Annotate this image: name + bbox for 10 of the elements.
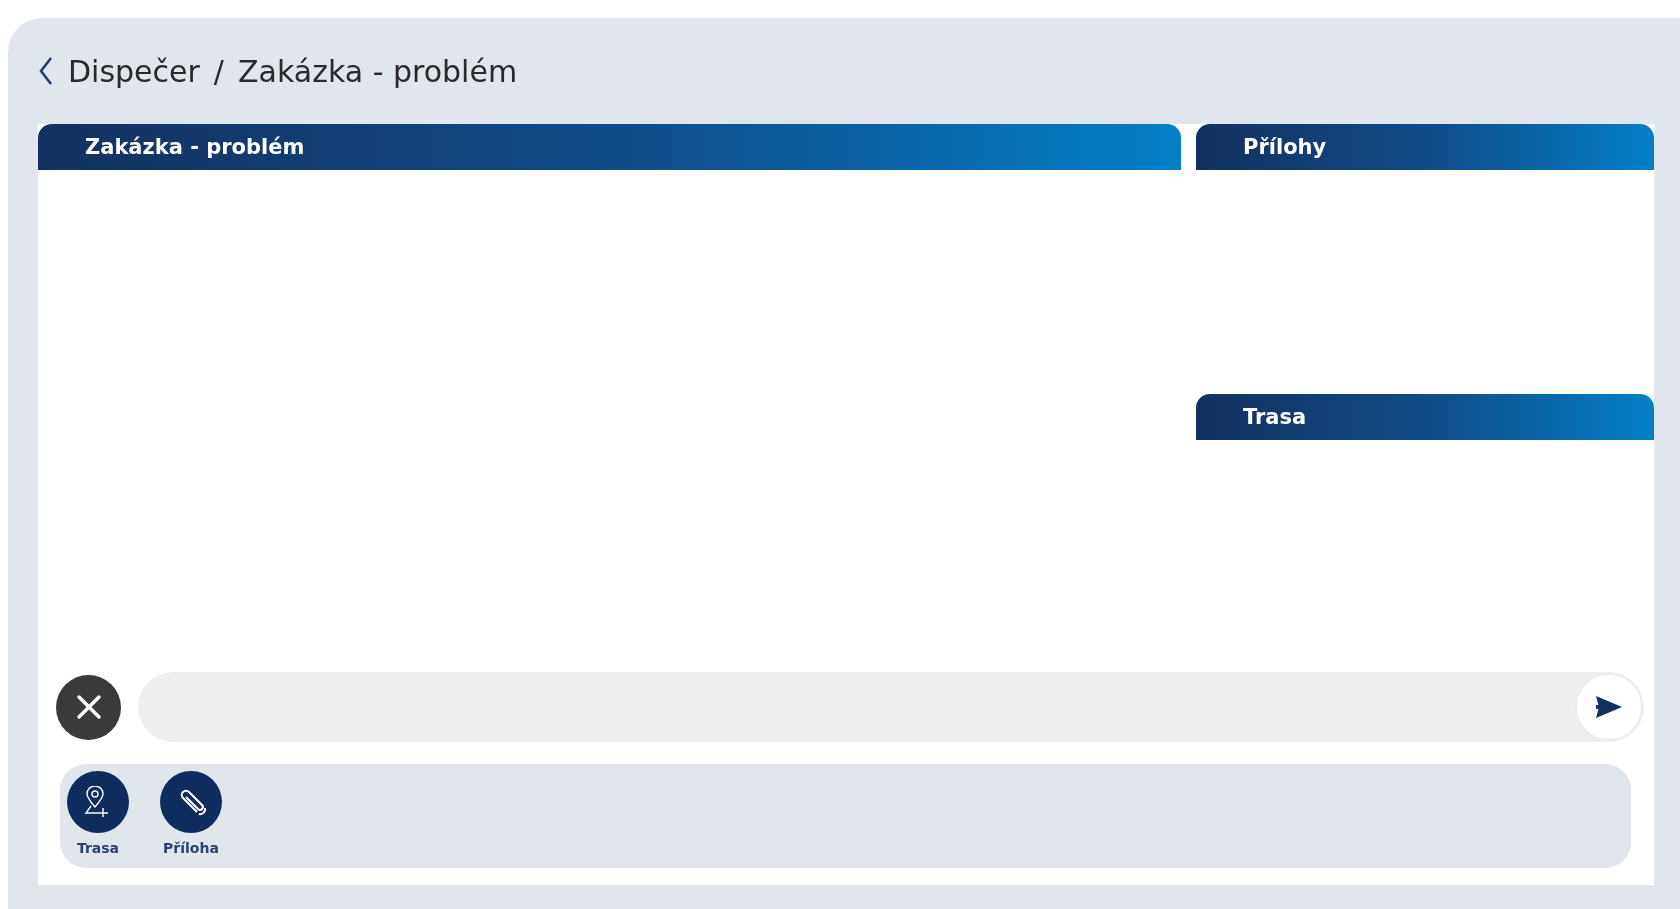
close-icon xyxy=(75,694,102,720)
panel-header: Trasa xyxy=(1196,394,1654,440)
send-icon xyxy=(1595,695,1623,719)
send-button[interactable] xyxy=(1575,673,1643,741)
breadcrumb-item[interactable]: Dispečer xyxy=(68,53,200,89)
breadcrumb-separator: / xyxy=(213,53,224,89)
panel-header: Přílohy xyxy=(1196,124,1654,170)
panel-header: Zakázka - problém xyxy=(38,124,1181,170)
back-icon[interactable] xyxy=(38,55,54,87)
breadcrumb-item: Zakázka - problém xyxy=(237,53,518,89)
